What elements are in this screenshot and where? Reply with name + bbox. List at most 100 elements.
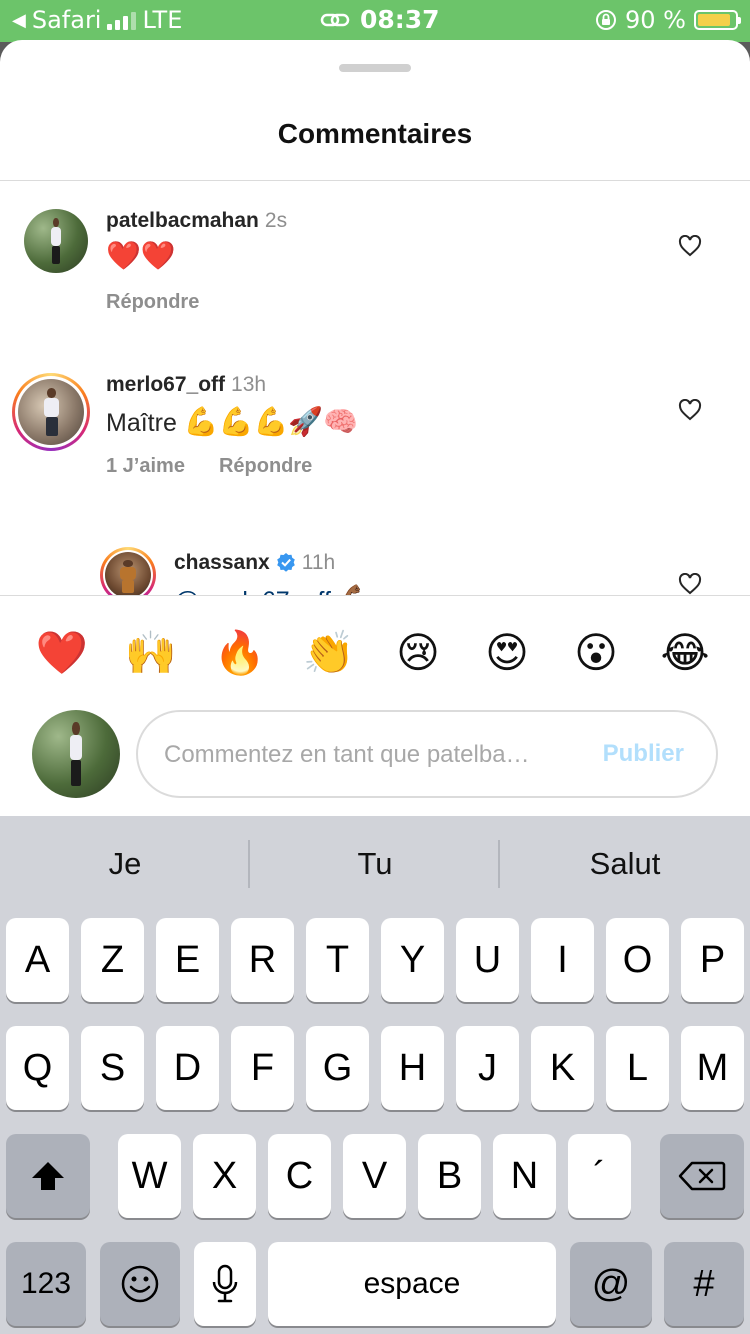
reaction-heart-eyes[interactable]: 😍 [477, 623, 537, 683]
key-i[interactable]: I [531, 918, 594, 1002]
like-heart-icon[interactable] [678, 573, 702, 595]
key-j[interactable]: J [456, 1026, 519, 1110]
numbers-key[interactable]: 123 [6, 1242, 86, 1326]
comment-actions: 1 J’aime Répondre [106, 455, 312, 478]
clock: 08:37 [360, 5, 440, 34]
key-y[interactable]: Y [381, 918, 444, 1002]
key-l[interactable]: L [606, 1026, 669, 1110]
comment-text: @merlo67_off 💪🏾 [174, 583, 373, 595]
comment-emoji: ❤️❤️ [106, 239, 176, 272]
hash-key[interactable]: # [664, 1242, 744, 1326]
orientation-lock-icon [596, 10, 617, 30]
key-r[interactable]: R [231, 918, 294, 1002]
reply-button[interactable]: Répondre [106, 291, 199, 313]
microphone-icon [212, 1264, 238, 1303]
backspace-icon [678, 1161, 726, 1191]
key-x[interactable]: X [193, 1134, 256, 1218]
quick-reactions-bar: ❤️ 🙌 🔥 👏 😢 😍 😮 😂 [0, 623, 750, 683]
comment-list[interactable]: patelbacmahan 2s ❤️❤️ Répondre merlo67_o… [0, 181, 750, 595]
smiley-icon [121, 1265, 159, 1303]
reaction-surprised[interactable]: 😮 [566, 623, 626, 683]
comment-actions: Répondre [106, 291, 199, 314]
composer-divider [0, 595, 750, 596]
key-n[interactable]: N [493, 1134, 556, 1218]
key-p[interactable]: P [681, 918, 744, 1002]
status-bar: ◀ Safari LTE 08:37 90 % [0, 0, 750, 42]
comment-time: 11h [301, 551, 336, 574]
user-photo-icon [24, 209, 88, 273]
comment-emoji: 💪🏾 [338, 583, 373, 595]
like-heart-icon[interactable] [678, 399, 702, 421]
link-icon [320, 13, 350, 26]
key-u[interactable]: U [456, 918, 519, 1002]
publish-button[interactable]: Publier [603, 740, 684, 768]
key-d[interactable]: D [156, 1026, 219, 1110]
reaction-fire[interactable]: 🔥 [210, 623, 270, 683]
comment-mention[interactable]: @merlo67_off [174, 587, 331, 595]
backspace-key[interactable] [660, 1134, 744, 1218]
shift-arrow-icon [32, 1162, 64, 1190]
key-f[interactable]: F [231, 1026, 294, 1110]
reaction-clap[interactable]: 👏 [299, 623, 359, 683]
comment-text: Maître 💪💪💪🚀🧠 [106, 405, 358, 438]
comment-text: ❤️❤️ [106, 239, 176, 272]
key-m[interactable]: M [681, 1026, 744, 1110]
commenter-avatar[interactable] [100, 547, 156, 595]
reaction-crying[interactable]: 😢 [388, 623, 448, 683]
comment-time: 13h [231, 373, 267, 396]
signal-strength-icon [107, 10, 137, 30]
reaction-raised-hands[interactable]: 🙌 [121, 623, 181, 683]
emoji-key[interactable] [100, 1242, 180, 1326]
comment-input-container[interactable]: Publier [136, 710, 718, 798]
key-e[interactable]: E [156, 918, 219, 1002]
commenter-avatar[interactable] [12, 373, 90, 451]
reply-button[interactable]: Répondre [219, 455, 312, 477]
key-h[interactable]: H [381, 1026, 444, 1110]
key-o[interactable]: O [606, 918, 669, 1002]
key-c[interactable]: C [268, 1134, 331, 1218]
battery-icon [694, 10, 741, 30]
comment-body: Maître [106, 409, 177, 437]
back-app-label[interactable]: Safari [32, 6, 102, 34]
comment-username[interactable]: patelbacmahan [106, 209, 259, 232]
key-g[interactable]: G [306, 1026, 369, 1110]
at-key[interactable]: @ [570, 1242, 652, 1326]
comment-emoji: 💪💪💪🚀🧠 [183, 405, 359, 438]
reaction-heart[interactable]: ❤️ [32, 623, 92, 683]
comment-meta: chassanx 11h [174, 551, 335, 575]
user-photo-story-ring-icon [105, 552, 151, 595]
key-w[interactable]: W [118, 1134, 181, 1218]
user-photo-icon [32, 710, 120, 798]
key-acute-accent[interactable]: ´ [568, 1134, 631, 1218]
back-arrow-icon[interactable]: ◀ [12, 10, 26, 31]
comment-username[interactable]: chassanx [174, 551, 270, 574]
key-s[interactable]: S [81, 1026, 144, 1110]
comments-sheet: Commentaires patelbacmahan 2s ❤️❤️ Répond… [0, 40, 750, 816]
suggestion-2[interactable]: Tu [250, 816, 500, 912]
comment-input[interactable] [162, 734, 578, 776]
shift-key[interactable] [6, 1134, 90, 1218]
key-k[interactable]: K [531, 1026, 594, 1110]
likes-count[interactable]: 1 J’aime [106, 455, 185, 477]
status-right: 90 % [595, 6, 741, 34]
sheet-grabber[interactable] [339, 64, 411, 72]
key-a[interactable]: A [6, 918, 69, 1002]
space-key[interactable]: espace [268, 1242, 556, 1326]
comment-reply-item: chassanx 11h @merlo67_off 💪🏾 [0, 511, 750, 595]
dictation-key[interactable] [194, 1242, 256, 1326]
key-b[interactable]: B [418, 1134, 481, 1218]
key-z[interactable]: Z [81, 918, 144, 1002]
reaction-laughing[interactable]: 😂 [655, 623, 715, 683]
key-v[interactable]: V [343, 1134, 406, 1218]
key-q[interactable]: Q [6, 1026, 69, 1110]
like-heart-icon[interactable] [678, 235, 702, 257]
suggestion-1[interactable]: Je [0, 816, 250, 912]
verified-badge-icon [276, 553, 295, 572]
comment-item: patelbacmahan 2s ❤️❤️ Répondre [0, 181, 750, 341]
suggestion-3[interactable]: Salut [500, 816, 750, 912]
comment-composer: Publier [0, 710, 750, 798]
key-t[interactable]: T [306, 918, 369, 1002]
comment-username[interactable]: merlo67_off [106, 373, 225, 396]
commenter-avatar[interactable] [24, 209, 88, 273]
keyboard: Je Tu Salut A Z E R T Y U I O P Q S D F … [0, 816, 750, 1334]
